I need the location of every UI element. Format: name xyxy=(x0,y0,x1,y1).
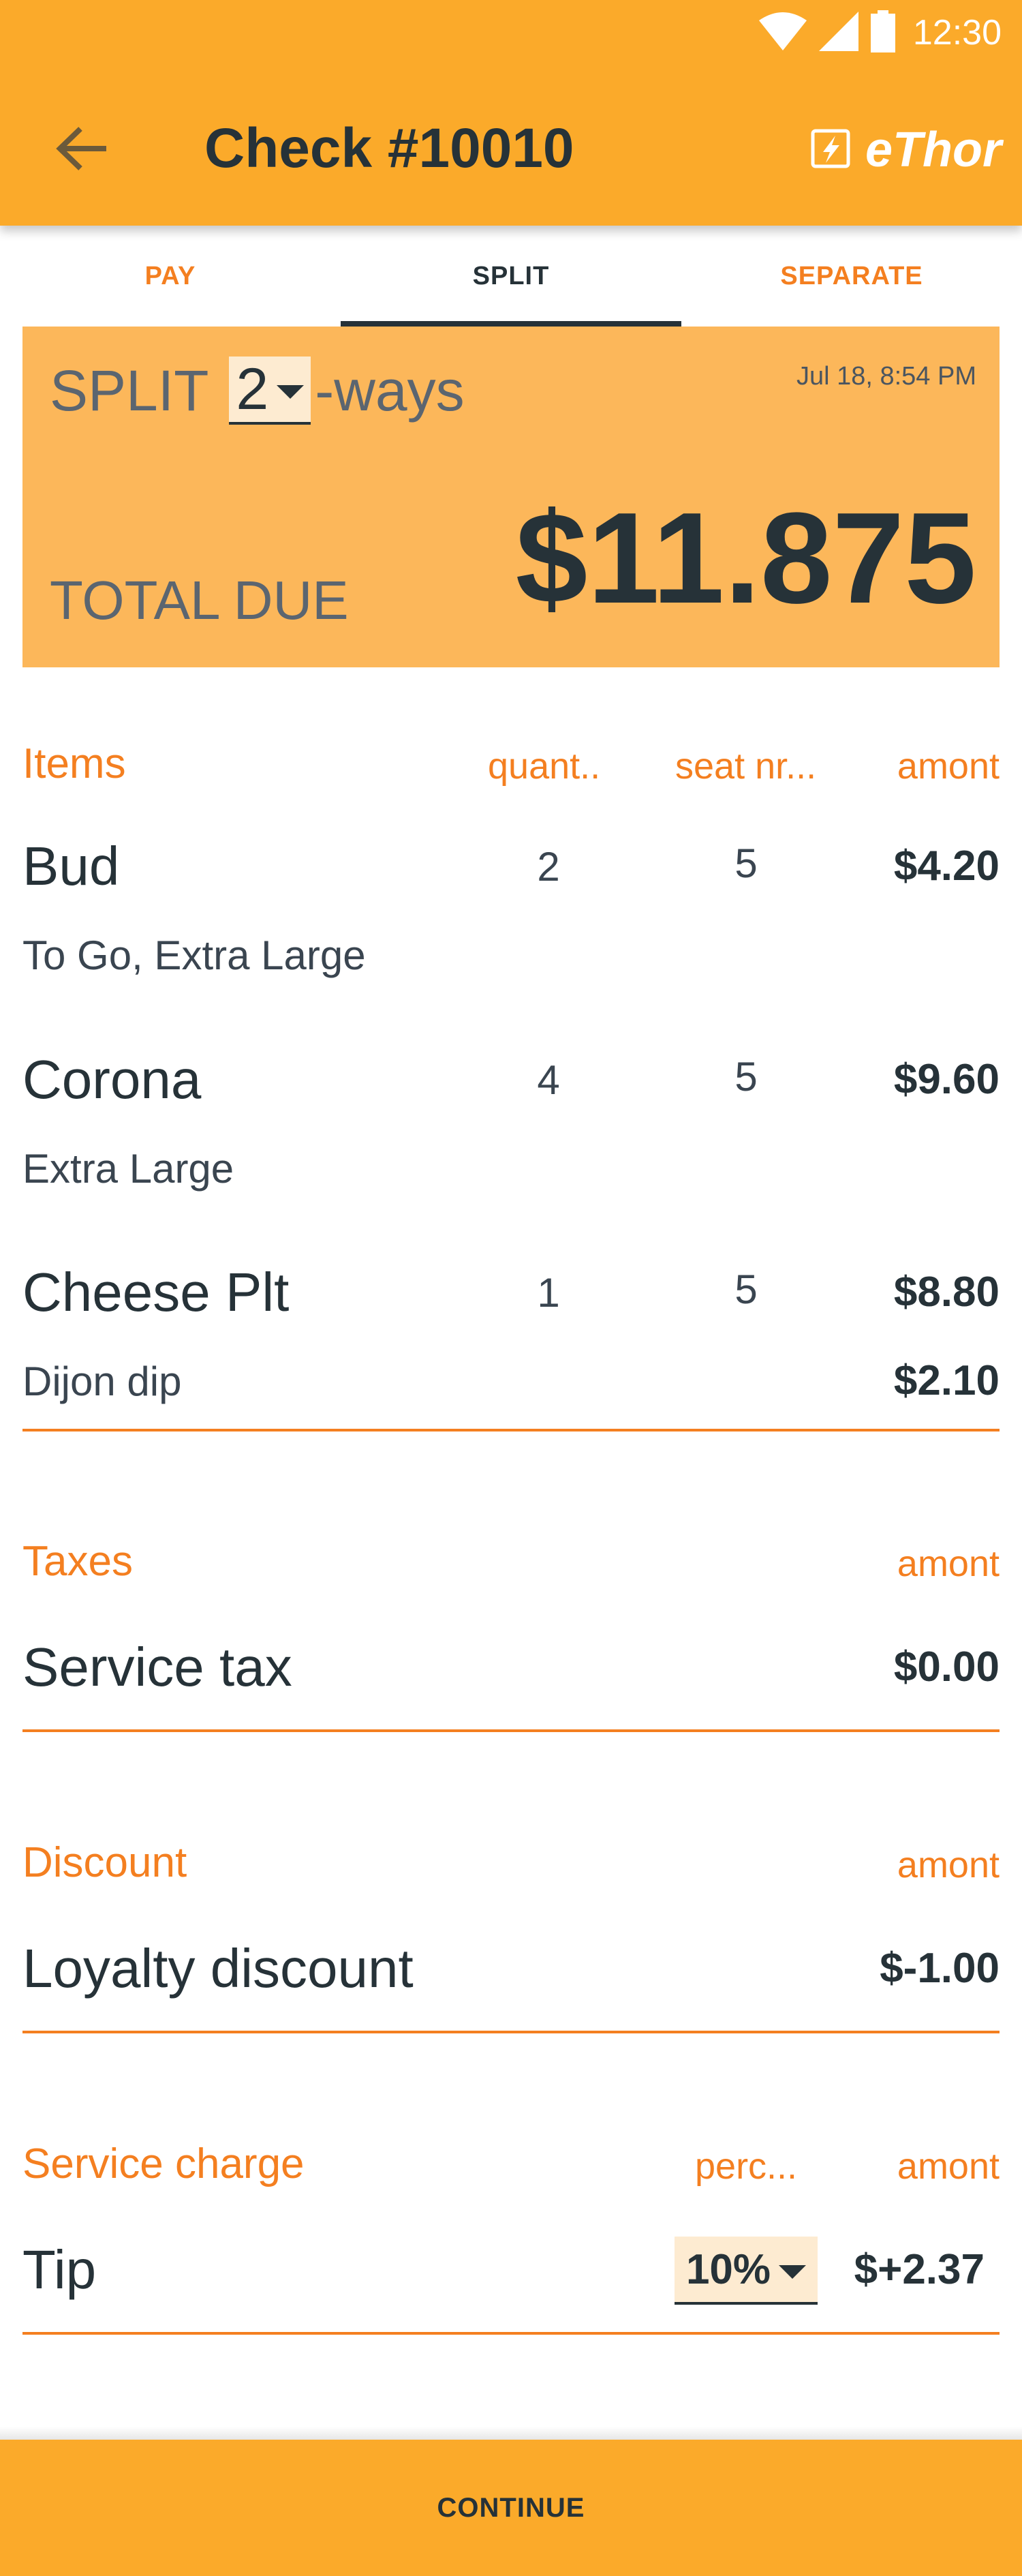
service-charge-divider xyxy=(22,2332,1000,2335)
tip-name: Tip xyxy=(22,2239,97,2300)
caret-down-icon xyxy=(779,2265,807,2279)
item-modifier: Dijon dip xyxy=(22,1359,182,1404)
item-seat: 5 xyxy=(734,1267,758,1312)
arrow-left-icon xyxy=(55,125,109,176)
items-header: Items quant.. seat nr... amont xyxy=(22,740,1000,794)
status-time: 12:30 xyxy=(912,13,1002,52)
tab-separate[interactable]: SEPARATE xyxy=(681,226,1022,327)
check-date: Jul 18, 8:54 PM xyxy=(796,362,976,391)
split-prefix: SPLIT xyxy=(50,358,209,423)
item-amount: $9.60 xyxy=(893,1056,1000,1103)
amount-column-header: amont xyxy=(897,2146,1000,2187)
taxes-header: Taxes amont xyxy=(22,1537,1000,1592)
item-name: Bud xyxy=(22,836,120,896)
item-amount: $4.20 xyxy=(893,843,1000,890)
split-ways-select[interactable]: 2 xyxy=(229,357,311,425)
amount-column-header: amont xyxy=(897,746,1000,787)
item-quantity: 2 xyxy=(537,844,560,890)
tip-amount: $+2.37 xyxy=(854,2246,985,2293)
battery-icon xyxy=(870,10,895,56)
item-quantity: 4 xyxy=(537,1057,560,1103)
item-modifier: To Go, Extra Large xyxy=(22,933,366,978)
item-modifier: Extra Large xyxy=(22,1146,234,1192)
item-seat: 5 xyxy=(734,840,758,886)
split-ways-value: 2 xyxy=(236,356,269,422)
discount-divider xyxy=(22,2031,1000,2033)
item-modifier-amount: $2.10 xyxy=(893,1357,1000,1404)
item-amount: $8.80 xyxy=(893,1269,1000,1316)
tip-percent-value: 10% xyxy=(685,2245,771,2293)
seat-column-header: seat nr... xyxy=(675,746,817,787)
tab-bar: PAY SPLIT SEPARATE xyxy=(0,226,1022,327)
discount-name: Loyalty discount xyxy=(22,1938,414,1999)
item-name: Corona xyxy=(22,1049,202,1110)
tab-pay[interactable]: PAY xyxy=(0,226,341,327)
signal-icon xyxy=(818,11,858,55)
split-suffix: -ways xyxy=(315,358,465,423)
caret-down-icon xyxy=(277,385,305,399)
app-bar: 12:30 Check #10010 eThor xyxy=(0,0,1022,226)
tab-split[interactable]: SPLIT xyxy=(341,226,681,327)
taxes-label: Taxes xyxy=(22,1538,133,1585)
item-seat: 5 xyxy=(734,1054,758,1100)
items-label: Items xyxy=(22,740,126,787)
discount-label: Discount xyxy=(22,1839,187,1886)
amount-column-header: amont xyxy=(897,1845,1000,1885)
brand-name: eThor xyxy=(865,123,1002,177)
taxes-divider xyxy=(22,1729,1000,1732)
quantity-column-header: quant.. xyxy=(488,746,601,787)
item-name: Cheese Plt xyxy=(22,1262,290,1322)
tip-percent-select[interactable]: 10% xyxy=(675,2237,818,2305)
split-summary-card: SPLIT 2 -ways Jul 18, 8:54 PM TOTAL DUE … xyxy=(22,327,1000,667)
discount-header: Discount amont xyxy=(22,1838,1000,1893)
wifi-icon xyxy=(758,11,807,55)
back-button[interactable] xyxy=(48,116,116,184)
lightning-icon xyxy=(811,129,850,172)
total-due-label: TOTAL DUE xyxy=(50,570,349,631)
page-title: Check #10010 xyxy=(204,117,574,179)
total-due-amount: $11.875 xyxy=(515,486,976,631)
amount-column-header: amont xyxy=(897,1543,1000,1584)
split-row: SPLIT 2 -ways xyxy=(50,357,465,425)
service-charge-header: Service charge perc... amont xyxy=(22,2140,1000,2194)
item-quantity: 1 xyxy=(537,1270,560,1316)
percent-column-header: perc... xyxy=(695,2146,798,2187)
continue-button[interactable]: CONTINUE xyxy=(0,2440,1022,2576)
service-charge-label: Service charge xyxy=(22,2140,305,2187)
bottom-shadow xyxy=(0,2427,1022,2440)
app-root: 12:30 Check #10010 eThor PAY SPLIT SEPAR… xyxy=(0,0,1022,2576)
tax-name: Service tax xyxy=(22,1637,292,1697)
items-divider xyxy=(22,1429,1000,1431)
brand-logo: eThor xyxy=(811,119,1002,181)
discount-amount: $-1.00 xyxy=(880,1945,1000,1992)
tax-amount: $0.00 xyxy=(893,1643,1000,1691)
status-bar: 12:30 xyxy=(747,5,1002,60)
